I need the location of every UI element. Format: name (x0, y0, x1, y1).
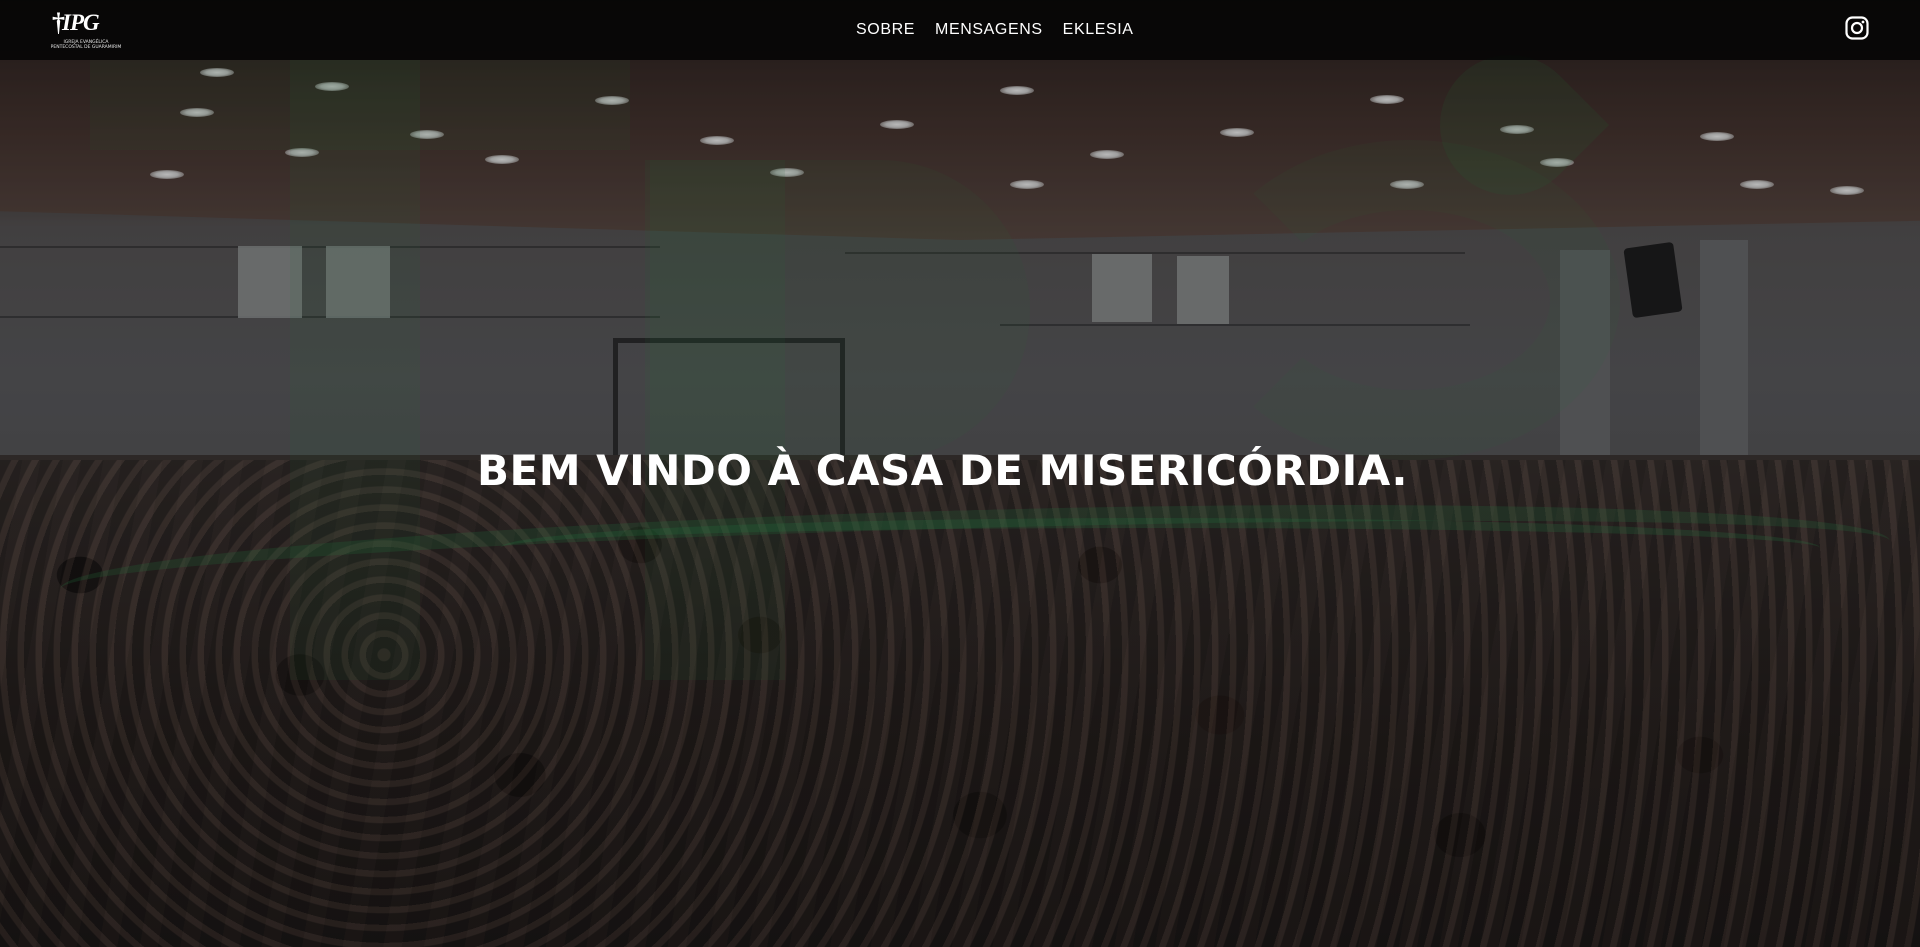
nav-link-sobre[interactable]: SOBRE (856, 20, 915, 40)
nav-link-eklesia[interactable]: EKLESIA (1063, 20, 1134, 40)
site-logo[interactable]: † IPG IGREJA EVANGÉLICA PENTECOSTAL DE G… (48, 6, 122, 52)
logo-wordmark: IPG (62, 10, 100, 35)
main-nav: SOBRE MENSAGENS EKLESIA (856, 20, 1134, 40)
logo-tagline: IGREJA EVANGÉLICA PENTECOSTAL DE GUARAMI… (50, 40, 122, 50)
nav-link-mensagens[interactable]: MENSAGENS (935, 20, 1043, 40)
instagram-icon[interactable] (1845, 16, 1869, 40)
hero-headline: BEM VINDO À CASA DE MISERICÓRDIA. (476, 446, 1409, 495)
top-navbar: † IPG IGREJA EVANGÉLICA PENTECOSTAL DE G… (0, 0, 1920, 60)
